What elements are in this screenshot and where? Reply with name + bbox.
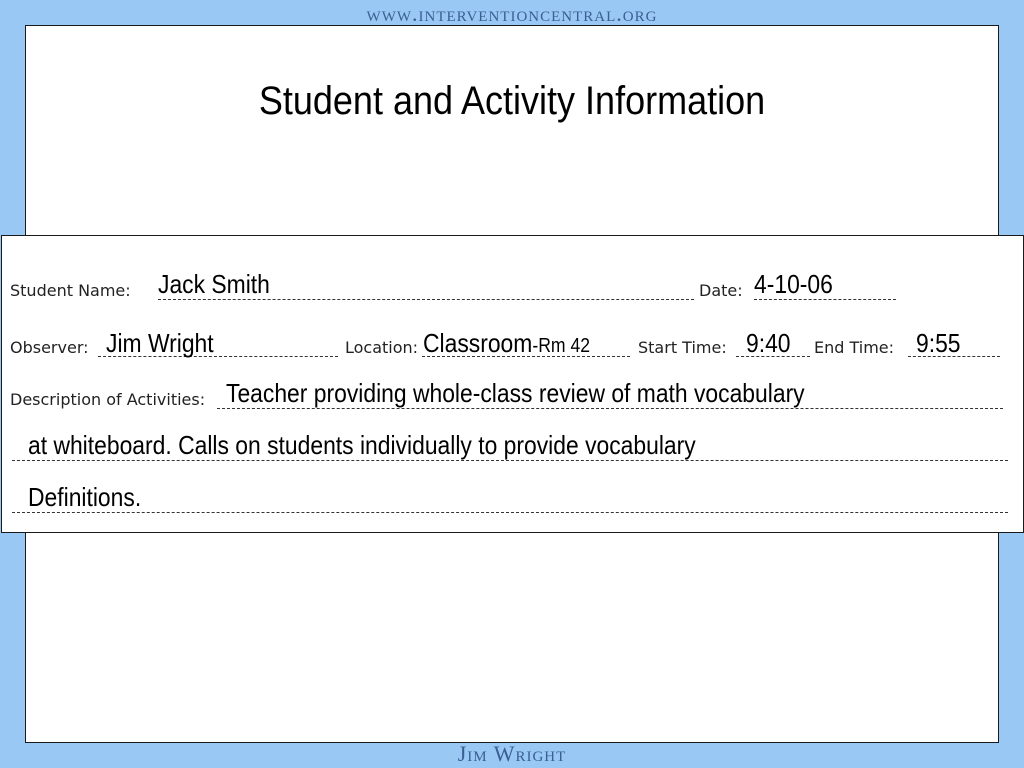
date-value: 4-10-06 (754, 269, 833, 299)
description-text-3: Definitions. (28, 482, 142, 512)
description-line-2 (12, 460, 1008, 461)
date-line (754, 299, 896, 300)
description-label: Description of Activities: (10, 390, 206, 409)
location-room-number: -Rm 42 (532, 335, 591, 357)
end-time-label: End Time: (814, 338, 895, 357)
observer-label: Observer: (10, 338, 89, 357)
student-name-line (158, 299, 694, 300)
date-label: Date: (699, 281, 743, 300)
description-line-3 (12, 512, 1008, 513)
student-name-value: Jack Smith (158, 269, 270, 299)
observation-form: Student Name: Jack Smith Date: 4-10-06 O… (1, 235, 1024, 533)
site-url: www.interventioncentral.org (366, 1, 658, 26)
description-text-1: Teacher providing whole-class review of … (226, 378, 805, 408)
description-line-1 (217, 408, 1003, 409)
start-time-value: 9:40 (746, 328, 791, 358)
location-room-name: Classroom (423, 328, 533, 358)
description-text-2: at whiteboard. Calls on students individ… (28, 430, 696, 460)
student-name-label: Student Name: (10, 281, 131, 300)
page-title: Student and Activity Information (258, 79, 766, 123)
end-time-value: 9:55 (916, 328, 961, 358)
start-time-label: Start Time: (638, 338, 727, 357)
footer-author: Jim Wright (457, 741, 567, 766)
location-value: Classroom-Rm 42 (423, 328, 590, 361)
observer-value: Jim Wright (106, 328, 214, 358)
location-label: Location: (345, 338, 419, 357)
